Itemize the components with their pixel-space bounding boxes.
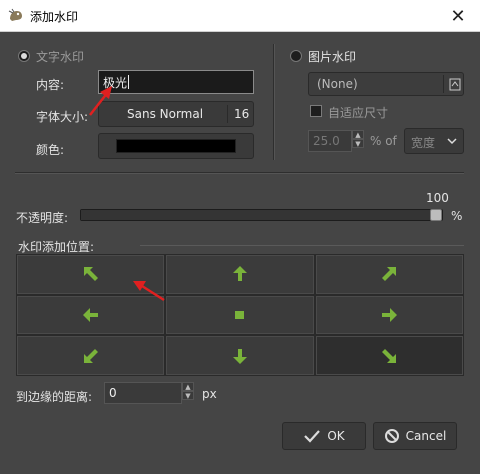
font-size: 16 bbox=[234, 107, 250, 121]
arrow-up-icon bbox=[232, 266, 247, 282]
spin-down-icon[interactable]: ▼ bbox=[352, 139, 364, 148]
color-swatch bbox=[116, 139, 236, 153]
margin-value: 0 bbox=[109, 386, 117, 400]
center-square-icon bbox=[234, 310, 244, 319]
position-top-right[interactable] bbox=[315, 255, 463, 294]
arrow-down-left-icon bbox=[83, 348, 98, 363]
size-input[interactable]: 25.0 bbox=[308, 130, 352, 152]
opacity-value: 100 bbox=[426, 191, 449, 205]
chevron-down-icon bbox=[447, 138, 457, 145]
position-grid bbox=[16, 254, 464, 376]
arrow-down-icon bbox=[232, 348, 247, 364]
spin-up-icon[interactable]: ▲ bbox=[182, 382, 194, 391]
close-button[interactable]: ✕ bbox=[436, 0, 480, 32]
image-watermark-label: 图片水印 bbox=[308, 50, 357, 64]
cancel-icon bbox=[384, 429, 399, 443]
arrow-down-right-icon bbox=[382, 348, 397, 363]
spin-up-icon[interactable]: ▲ bbox=[352, 130, 364, 139]
position-bottom-left[interactable] bbox=[17, 336, 165, 375]
position-bottom-center[interactable] bbox=[166, 336, 314, 375]
color-button[interactable] bbox=[98, 133, 254, 159]
opacity-slider[interactable] bbox=[80, 209, 443, 221]
annotation-arrow-icon bbox=[89, 86, 112, 116]
close-icon: ✕ bbox=[450, 5, 466, 27]
size-value: 25.0 bbox=[313, 134, 340, 148]
opacity-label: 不透明度: bbox=[16, 211, 69, 225]
cancel-label: Cancel bbox=[405, 429, 447, 443]
image-file-value: (None) bbox=[317, 77, 358, 91]
text-watermark-radio[interactable] bbox=[18, 50, 30, 62]
arrow-up-left-icon bbox=[83, 267, 98, 282]
image-file-chooser[interactable]: (None) bbox=[308, 72, 464, 96]
font-name: Sans Normal bbox=[127, 107, 204, 121]
image-watermark-radio[interactable] bbox=[290, 50, 302, 62]
cancel-button[interactable]: Cancel bbox=[373, 422, 457, 450]
text-watermark-label: 文字水印 bbox=[36, 50, 85, 64]
dimension-select[interactable]: 宽度 bbox=[404, 128, 464, 154]
position-bottom-right[interactable] bbox=[315, 336, 463, 375]
color-label: 颜色: bbox=[36, 143, 65, 157]
auto-size-label: 自适应尺寸 bbox=[328, 106, 389, 120]
content-input[interactable]: 极光 bbox=[98, 70, 254, 94]
open-file-icon bbox=[449, 78, 461, 91]
position-group-line bbox=[140, 245, 464, 246]
vertical-separator bbox=[273, 44, 274, 160]
margin-spinner[interactable]: ▲ ▼ bbox=[182, 382, 194, 400]
font-button[interactable]: Sans Normal 16 bbox=[98, 101, 254, 127]
size-spinner[interactable]: ▲ ▼ bbox=[352, 130, 364, 148]
ok-button[interactable]: OK bbox=[282, 422, 366, 450]
ok-label: OK bbox=[327, 429, 345, 443]
annotation-arrow-icon bbox=[133, 281, 165, 302]
horizontal-separator bbox=[15, 172, 464, 173]
content-label: 内容: bbox=[36, 78, 65, 92]
window-title: 添加水印 bbox=[30, 10, 79, 24]
position-label: 水印添加位置: bbox=[18, 240, 95, 254]
percent-of-label: % of bbox=[370, 134, 397, 148]
opacity-slider-handle[interactable] bbox=[430, 209, 442, 221]
file-divider bbox=[443, 75, 444, 93]
font-label: 字体大小: bbox=[36, 110, 89, 124]
margin-input[interactable]: 0 bbox=[104, 382, 182, 404]
auto-size-checkbox[interactable] bbox=[310, 105, 322, 117]
position-middle-right[interactable] bbox=[315, 295, 463, 335]
arrow-right-icon bbox=[382, 307, 398, 322]
spin-down-icon[interactable]: ▼ bbox=[182, 391, 194, 400]
dimension-value: 宽度 bbox=[411, 136, 436, 150]
opacity-slider-fill bbox=[81, 210, 436, 220]
arrow-up-right-icon bbox=[382, 267, 397, 282]
position-center[interactable] bbox=[166, 295, 314, 335]
gimp-app-icon bbox=[8, 8, 22, 21]
text-cursor bbox=[128, 75, 130, 89]
font-divider bbox=[227, 105, 228, 123]
margin-unit: px bbox=[202, 387, 217, 401]
margin-label: 到边缘的距离: bbox=[16, 390, 93, 404]
position-top-center[interactable] bbox=[166, 255, 314, 294]
title-bar: 添加水印 ✕ bbox=[0, 0, 480, 32]
checkmark-icon bbox=[304, 430, 321, 443]
opacity-unit: % bbox=[451, 209, 463, 223]
arrow-left-icon bbox=[82, 307, 98, 322]
